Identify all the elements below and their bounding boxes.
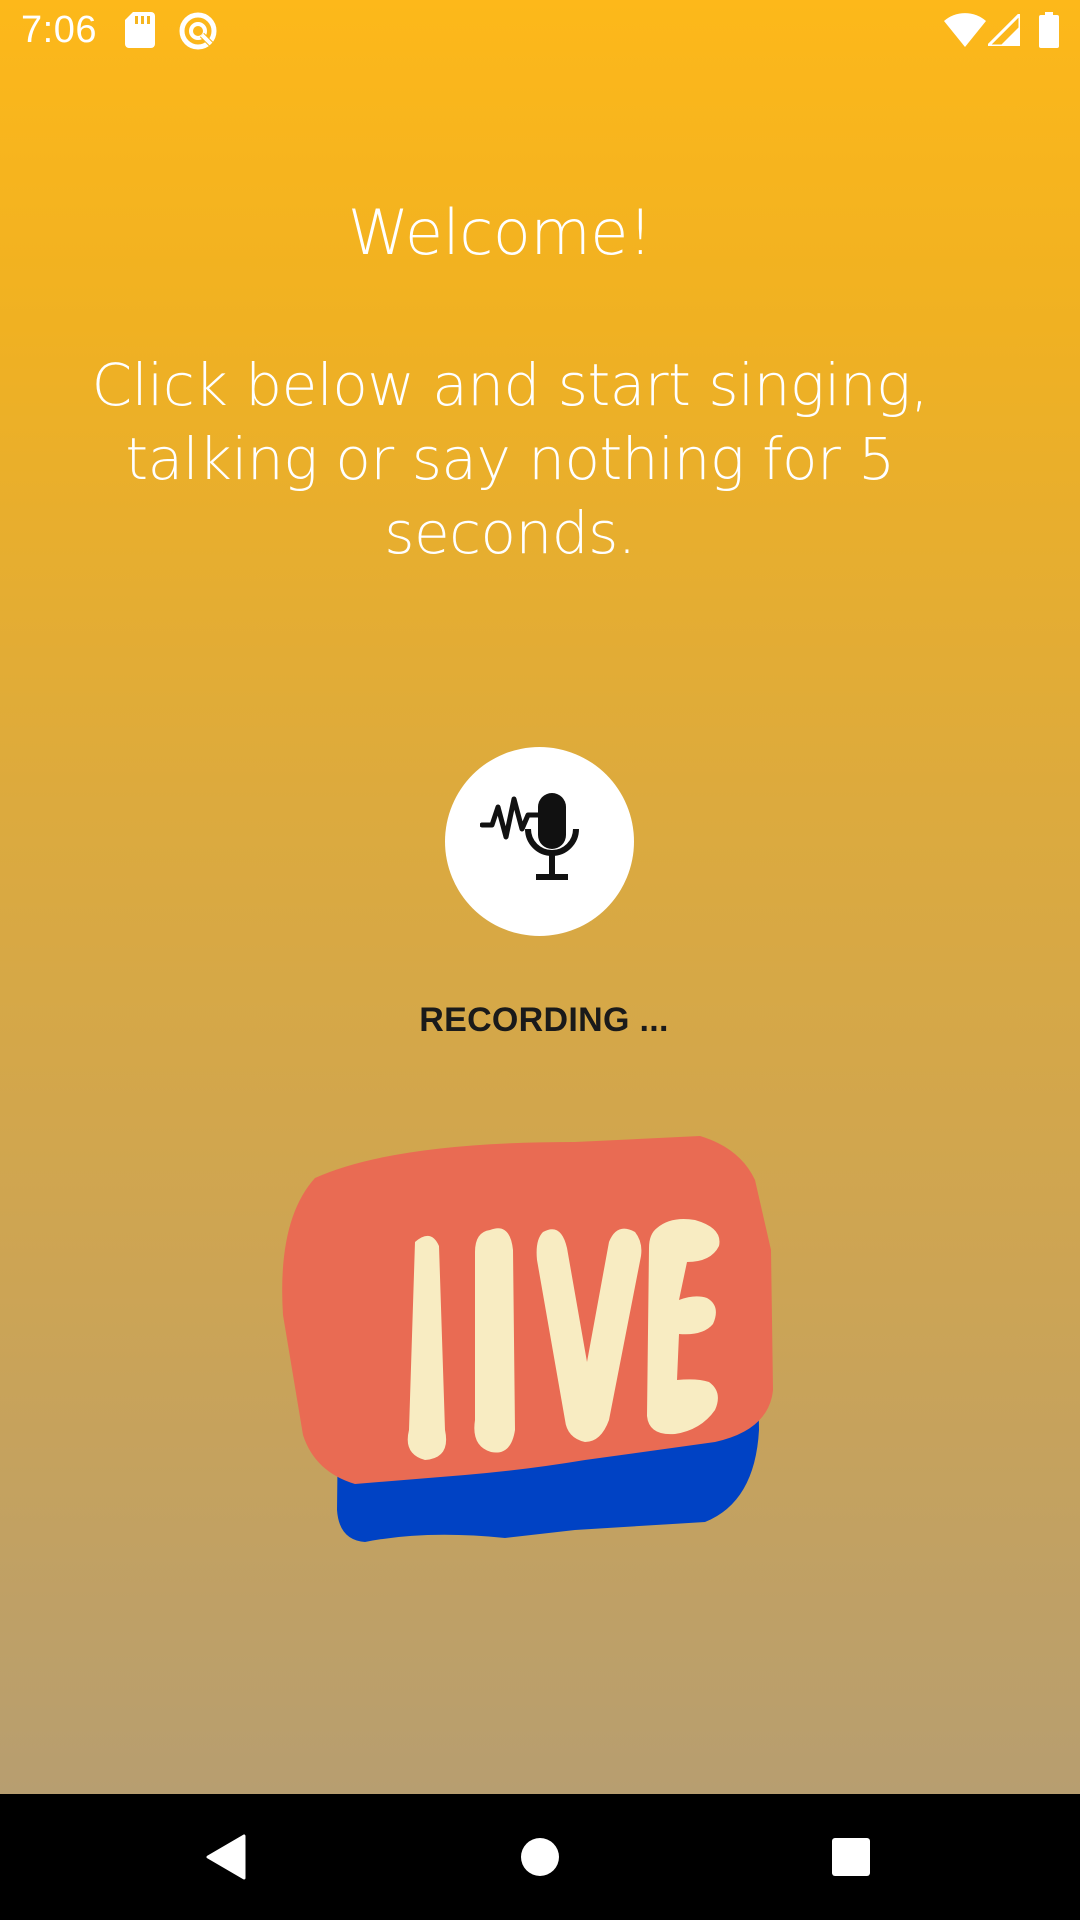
voice-record-icon: [479, 789, 600, 894]
back-icon[interactable]: [193, 1824, 259, 1890]
instruction-line: seconds.: [384, 499, 636, 567]
cell-signal-icon: [984, 10, 1022, 51]
home-icon[interactable]: [507, 1824, 573, 1890]
wifi-icon: [944, 13, 986, 52]
recents-icon[interactable]: [818, 1824, 884, 1890]
battery-icon: [1039, 12, 1059, 53]
navigation-bar: [0, 1794, 1080, 1920]
recording-status: RECORDING ...: [419, 1001, 669, 1039]
instruction-line: talking or say nothing for 5: [125, 425, 895, 493]
instruction-text: Click below and start singing, talking o…: [70, 348, 950, 570]
live-sticker: [275, 1130, 805, 1635]
app-screen: 7:06 Welcome! Click below and start sing…: [0, 0, 1080, 1794]
status-clock: 7:06: [21, 9, 97, 51]
sync-icon: [178, 11, 218, 56]
instruction-line: Click below and start singing,: [91, 351, 929, 419]
welcome-title: Welcome!: [347, 196, 653, 269]
sd-card-icon: [125, 12, 155, 53]
record-button[interactable]: [445, 747, 634, 936]
status-bar: 7:06: [0, 0, 1080, 63]
